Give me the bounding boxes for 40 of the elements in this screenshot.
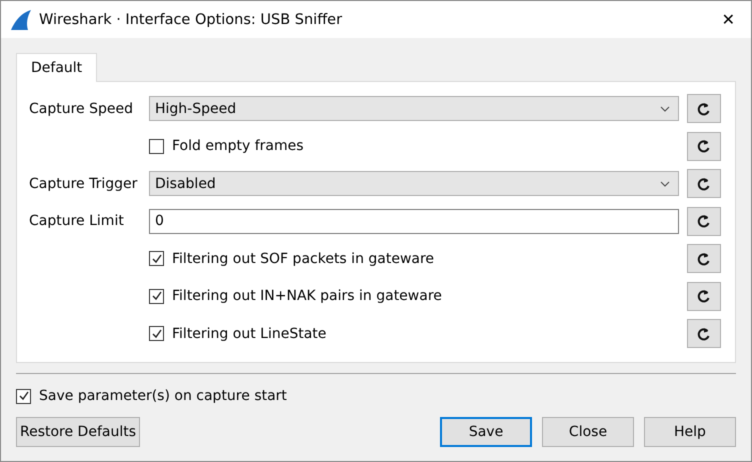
- checkbox[interactable]: [16, 388, 31, 404]
- reset-icon: [697, 326, 711, 340]
- checkbox[interactable]: [149, 138, 164, 154]
- checkbox[interactable]: [149, 251, 164, 266]
- field-label: Capture Speed: [29, 100, 134, 116]
- input-field[interactable]: 0: [149, 208, 679, 234]
- reset-icon: [697, 289, 711, 303]
- reset-button[interactable]: [687, 132, 721, 160]
- reset-button[interactable]: [687, 94, 721, 123]
- reset-icon: [697, 102, 711, 116]
- checkbox[interactable]: [149, 326, 164, 341]
- checkbox-label: Filtering out SOF packets in gateware: [172, 250, 434, 266]
- checkbox-label: Save parameter(s) on capture start: [39, 388, 287, 404]
- reset-icon: [697, 252, 711, 266]
- caret-icon: [660, 180, 670, 186]
- reset-button[interactable]: [687, 169, 721, 198]
- reset-icon: [697, 139, 711, 153]
- restore-defaults-button[interactable]: Restore Defaults: [16, 417, 140, 447]
- reset-icon: [697, 176, 711, 190]
- field-label: Capture Trigger: [29, 176, 138, 192]
- checkbox-label: Fold empty frames: [172, 138, 304, 154]
- dialog-button[interactable]: Help: [644, 417, 736, 447]
- reset-button[interactable]: [687, 206, 721, 236]
- dialog-button[interactable]: Close: [542, 417, 634, 447]
- checkbox[interactable]: [149, 288, 164, 304]
- reset-icon: [697, 214, 711, 228]
- shark-fin-icon: [9, 8, 33, 30]
- tab[interactable]: Default: [16, 53, 98, 82]
- reset-button[interactable]: [687, 319, 721, 348]
- checkbox-label: Filtering out IN+NAK pairs in gateware: [172, 288, 442, 304]
- caret-icon: [660, 106, 670, 112]
- window-title: Wireshark · Interface Options: USB Sniffer: [39, 12, 344, 28]
- dropdown[interactable]: High-Speed: [149, 96, 679, 121]
- reset-button[interactable]: [687, 282, 721, 310]
- dialog-button[interactable]: Save: [440, 417, 532, 447]
- checkbox-label: Filtering out LineState: [172, 326, 326, 342]
- close-button[interactable]: ✕: [712, 10, 745, 29]
- field-label: Capture Limit: [29, 213, 125, 229]
- dropdown[interactable]: Disabled: [149, 171, 679, 196]
- reset-button[interactable]: [687, 244, 721, 273]
